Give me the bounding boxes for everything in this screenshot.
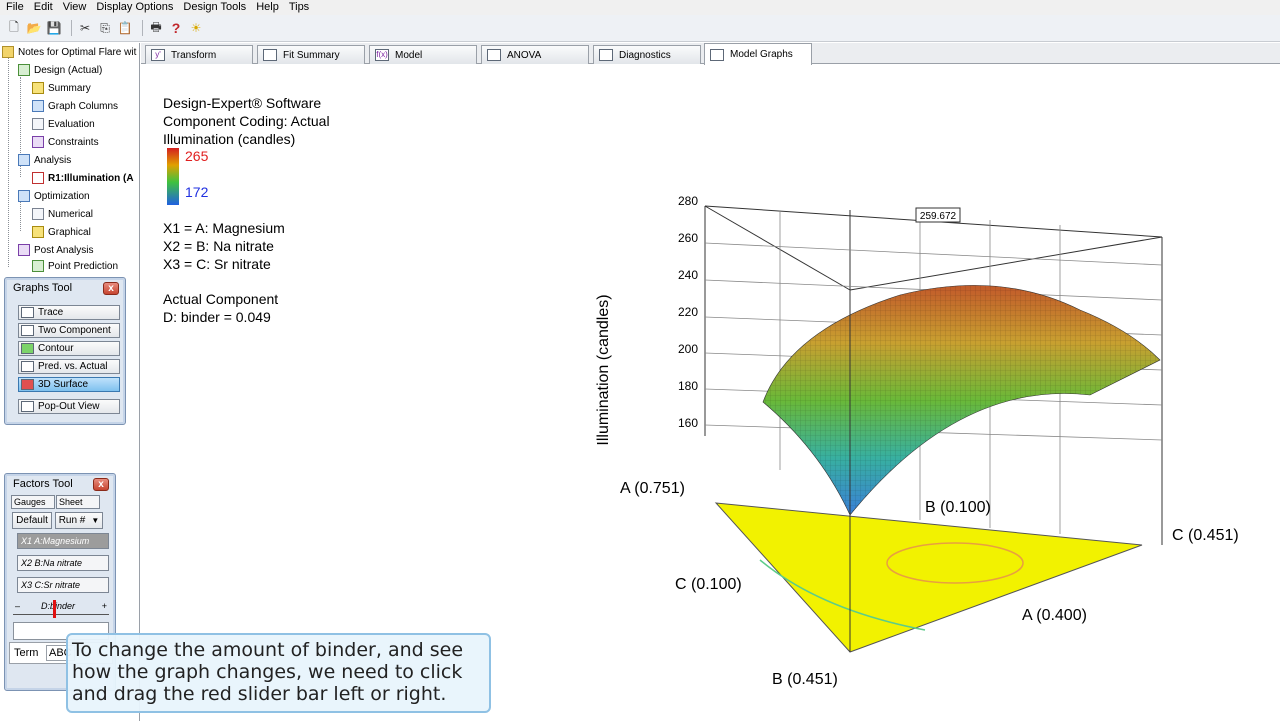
tutorial-callout: To change the amount of binder, and see … — [66, 633, 491, 713]
vertex-label-b-451: B (0.451) — [772, 671, 838, 688]
vertex-label-b-100: B (0.100) — [925, 499, 991, 516]
response-surface — [762, 285, 1161, 516]
vertex-label-c-451: C (0.451) — [1172, 527, 1239, 544]
z-tick-label: 180 — [678, 379, 698, 393]
max-value-label: 259.672 — [920, 211, 957, 222]
3d-surface-chart[interactable]: 280 260 240 220 200 180 160 Illumination… — [0, 0, 1280, 721]
z-tick-label: 260 — [678, 231, 698, 245]
z-tick-label: 240 — [678, 268, 698, 282]
z-tick-label: 220 — [678, 305, 698, 319]
vertex-label-a-400: A (0.400) — [1022, 607, 1087, 624]
z-axis-label: Illumination (candles) — [595, 294, 612, 445]
z-axis: 280 260 240 220 200 180 160 Illumination… — [595, 194, 698, 446]
vertex-label-a-751: A (0.751) — [620, 480, 685, 497]
vertex-label-c-100: C (0.100) — [675, 576, 742, 593]
max-annotation: 259.672 — [915, 207, 961, 223]
z-tick-label: 280 — [678, 194, 698, 208]
z-tick-label: 200 — [678, 342, 698, 356]
contour-floor — [714, 502, 1143, 653]
z-tick-label: 160 — [678, 416, 698, 430]
